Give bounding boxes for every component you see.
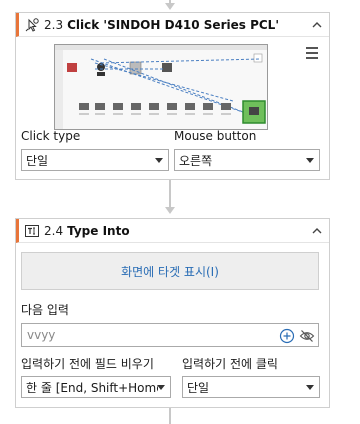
mouse-button-value: 오른쪽 (179, 153, 213, 168)
hide-icon[interactable] (299, 328, 315, 344)
next-input-label: 다음 입력 (21, 303, 69, 317)
clear-before-label: 입력하기 전에 필드 비우기 (21, 357, 154, 371)
activity-number: 2.4 (44, 223, 64, 238)
add-icon[interactable] (279, 328, 295, 344)
activity-title: Click 'SINDOH D410 Series PCL' (67, 17, 279, 32)
clear-before-value: 한 줄 [End, Shift+Home (26, 380, 158, 395)
text-input-field[interactable]: vvyy (21, 323, 319, 347)
show-target-button[interactable]: 화면에 타겟 표시(I) (21, 252, 319, 290)
activity-card-click[interactable]: 2.3 Click 'SINDOH D410 Series PCL' Click… (15, 12, 330, 180)
chevron-down-icon (306, 158, 314, 163)
click-type-dropdown[interactable]: 단일 (21, 149, 169, 171)
chevron-down-icon (306, 385, 314, 390)
chevron-down-icon (157, 385, 165, 390)
chevron-down-icon (155, 158, 163, 163)
connector-bottom (169, 408, 171, 424)
activity-number: 2.3 (44, 17, 64, 32)
target-screenshot-thumbnail (54, 44, 268, 130)
show-target-label: 화면에 타겟 표시(I) (121, 264, 219, 279)
card-header-click[interactable]: 2.3 Click 'SINDOH D410 Series PCL' (16, 13, 329, 37)
activity-title: Type Into (67, 223, 130, 238)
click-activity-icon (24, 17, 40, 33)
click-before-dropdown[interactable]: 단일 (182, 376, 320, 398)
connector-arrow-middle (165, 207, 175, 214)
connector-middle (169, 180, 171, 208)
click-before-value: 단일 (187, 380, 210, 395)
clear-before-dropdown[interactable]: 한 줄 [End, Shift+Home (21, 376, 171, 398)
connector-arrow-top (165, 3, 175, 10)
menu-icon[interactable] (303, 44, 321, 62)
card-header-type-into[interactable]: 2.4 Type Into (16, 219, 329, 243)
collapse-icon[interactable] (311, 18, 323, 30)
mouse-button-label: Mouse button (174, 129, 257, 143)
click-type-label: Click type (21, 129, 81, 143)
mouse-button-dropdown[interactable]: 오른쪽 (174, 149, 320, 171)
activity-card-type-into[interactable]: 2.4 Type Into 화면에 타겟 표시(I) 다음 입력 vvyy 입력… (15, 218, 330, 408)
type-into-icon (24, 223, 40, 239)
click-before-label: 입력하기 전에 클릭 (182, 357, 278, 371)
text-input-value: vvyy (27, 328, 56, 342)
collapse-icon[interactable] (311, 224, 323, 236)
click-type-value: 단일 (26, 153, 49, 168)
